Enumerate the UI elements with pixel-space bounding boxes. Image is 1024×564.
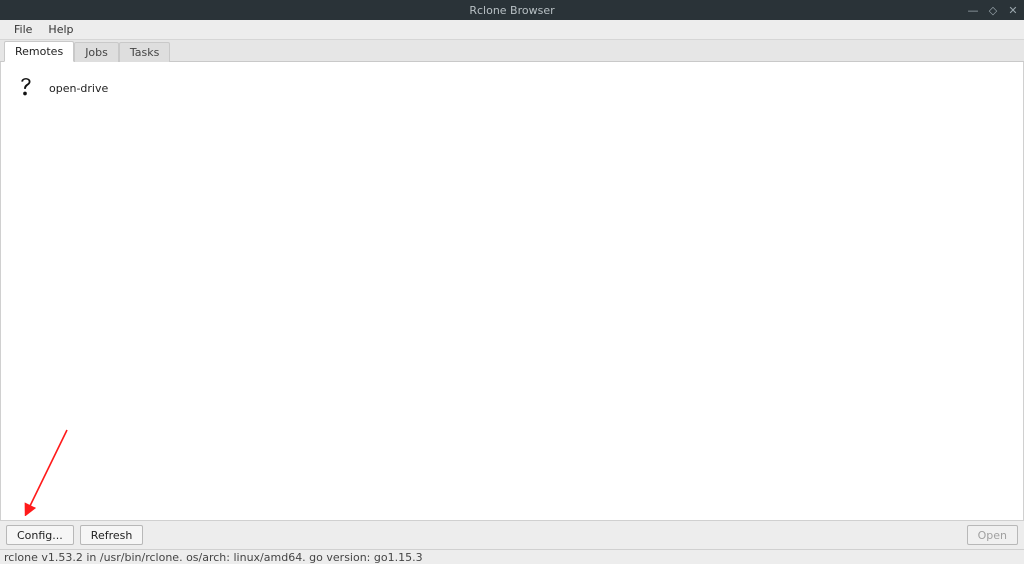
statusbar: rclone v1.53.2 in /usr/bin/rclone. os/ar… — [0, 549, 1024, 564]
open-button[interactable]: Open — [967, 525, 1018, 545]
refresh-button[interactable]: Refresh — [80, 525, 144, 545]
tab-remotes[interactable]: Remotes — [4, 41, 74, 62]
remote-list: open-drive — [1, 62, 1023, 114]
status-text: rclone v1.53.2 in /usr/bin/rclone. os/ar… — [4, 551, 423, 564]
tab-jobs[interactable]: Jobs — [74, 42, 119, 62]
window-title: Rclone Browser — [469, 4, 554, 17]
menu-help[interactable]: Help — [40, 21, 81, 38]
remote-item[interactable]: open-drive — [7, 70, 1017, 106]
tabbar: Remotes Jobs Tasks — [0, 40, 1024, 62]
question-mark-icon — [11, 74, 39, 102]
titlebar: Rclone Browser — ◇ ✕ — [0, 0, 1024, 20]
close-icon[interactable]: ✕ — [1006, 4, 1020, 17]
remote-item-label: open-drive — [49, 82, 108, 95]
window-controls: — ◇ ✕ — [966, 4, 1020, 17]
menu-file[interactable]: File — [6, 21, 40, 38]
bottom-bar: Config... Refresh Open — [0, 520, 1024, 549]
annotation-arrow — [19, 426, 79, 516]
menubar: File Help — [0, 20, 1024, 40]
main-content: open-drive — [0, 62, 1024, 520]
tab-tasks[interactable]: Tasks — [119, 42, 170, 62]
config-button[interactable]: Config... — [6, 525, 74, 545]
minimize-icon[interactable]: — — [966, 4, 980, 17]
maximize-icon[interactable]: ◇ — [986, 4, 1000, 17]
